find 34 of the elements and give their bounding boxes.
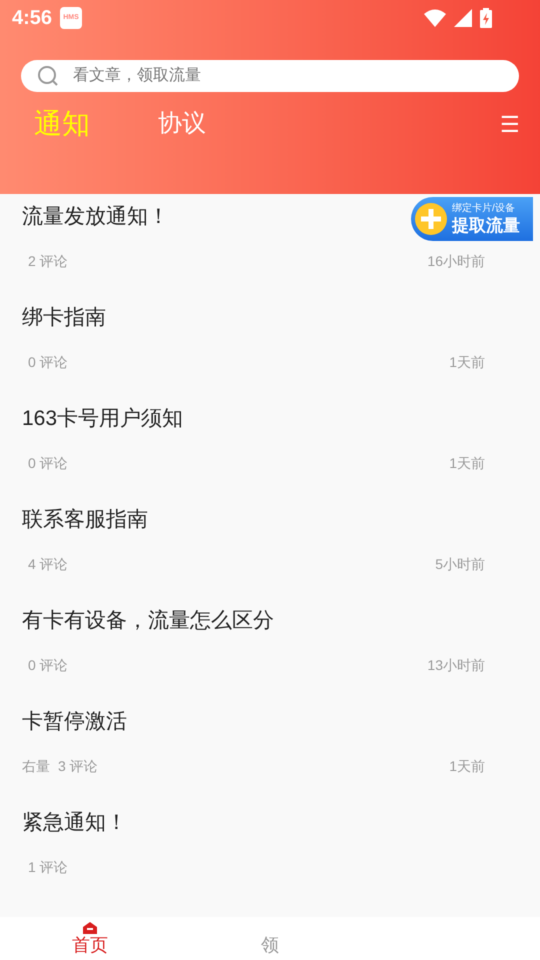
comment-count: 0 评论 bbox=[28, 656, 68, 675]
nav-tab[interactable]: 首页 bbox=[0, 917, 180, 960]
battery-icon bbox=[480, 8, 492, 28]
plus-icon bbox=[414, 202, 448, 236]
article-time: 1天前 bbox=[449, 454, 485, 473]
home-icon bbox=[83, 922, 97, 934]
comment-count: 1 评论 bbox=[28, 858, 68, 877]
button-caption: 绑定卡片/设备 bbox=[452, 204, 515, 214]
floating-button[interactable]: 绑定卡片/设备 提取流量 bbox=[411, 197, 533, 241]
search-field[interactable]: 看文章，领取流量 bbox=[21, 60, 519, 92]
article-title[interactable]: 163卡号用户须知 bbox=[22, 404, 184, 434]
article-time: 13小时前 bbox=[427, 656, 485, 675]
article-time: 16小时前 bbox=[427, 252, 485, 271]
comment-count: 3 评论 bbox=[58, 757, 98, 776]
status-time: 4:56 bbox=[12, 6, 52, 31]
wifi-icon bbox=[424, 9, 446, 27]
menu-button[interactable]: ☰ bbox=[500, 108, 520, 140]
article-tag: 右量 bbox=[22, 756, 50, 777]
comment-count: 4 评论 bbox=[28, 555, 68, 574]
article-title[interactable]: 流量发放通知！ bbox=[22, 202, 169, 232]
signal-icon bbox=[454, 9, 472, 27]
article-title[interactable]: 卡暂停激活 bbox=[22, 707, 127, 737]
search-icon bbox=[37, 65, 59, 87]
button-label: 提取流量 bbox=[452, 217, 520, 234]
comment-count: 2 评论 bbox=[28, 252, 68, 271]
article-time: 1天前 bbox=[449, 353, 485, 372]
article-title[interactable]: 联系客服指南 bbox=[22, 505, 148, 535]
article-title[interactable]: 有卡有设备，流量怎么区分 bbox=[22, 606, 274, 636]
article-title[interactable]: 绑卡指南 bbox=[22, 303, 106, 333]
article-time: 1天前 bbox=[449, 757, 485, 776]
comment-count: 0 评论 bbox=[28, 454, 68, 473]
article-title[interactable]: 紧急通知！ bbox=[22, 808, 127, 838]
comment-count: 0 评论 bbox=[28, 353, 68, 372]
article-time: 5小时前 bbox=[435, 555, 485, 574]
